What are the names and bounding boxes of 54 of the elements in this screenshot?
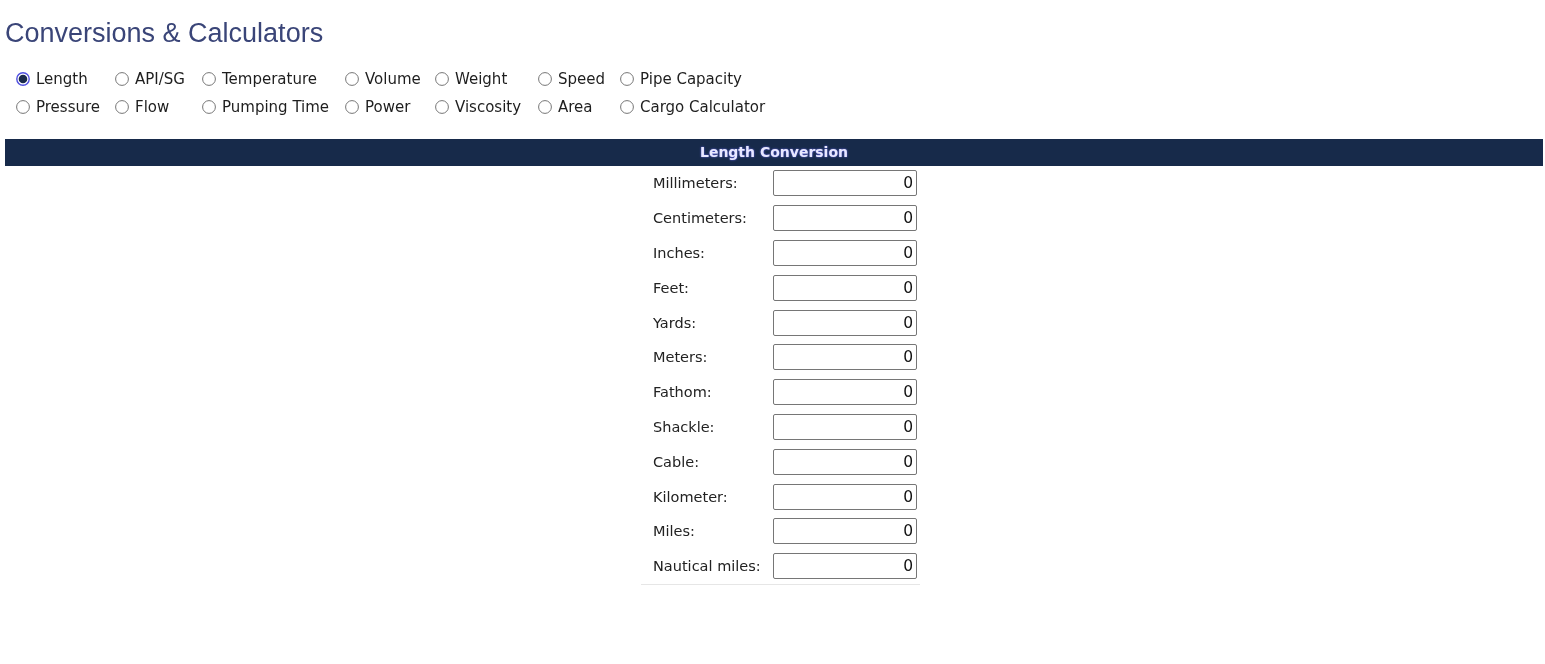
radio-button[interactable]: [538, 72, 552, 86]
field-label: Fathom:: [652, 384, 712, 401]
number-input-field[interactable]: 0: [773, 518, 917, 545]
radio-button[interactable]: [620, 72, 634, 86]
option-label[interactable]: Area: [558, 98, 593, 116]
option-label[interactable]: Pressure: [36, 98, 101, 116]
option-label[interactable]: Pumping Time: [222, 98, 330, 116]
radio-button[interactable]: [115, 100, 129, 114]
radio-button[interactable]: [345, 72, 359, 86]
option-label[interactable]: API/SG: [135, 70, 185, 88]
option-label[interactable]: Temperature: [222, 70, 318, 88]
radio-button[interactable]: [202, 72, 216, 86]
option-label[interactable]: Flow: [135, 98, 170, 116]
page-title: Conversions & Calculators: [5, 17, 324, 50]
number-input-field[interactable]: 0: [773, 274, 917, 301]
radio-button[interactable]: [115, 72, 129, 86]
field-label: Miles:: [652, 523, 695, 540]
section-header-bar: Length Conversion: [5, 139, 1543, 166]
number-input-field[interactable]: 0: [773, 553, 917, 580]
number-input-field[interactable]: 0: [773, 240, 917, 266]
number-input-field[interactable]: 0: [773, 309, 917, 336]
radio-button[interactable]: [538, 100, 552, 114]
radio-button[interactable]: [16, 72, 30, 86]
field-label: Kilometer:: [652, 488, 728, 505]
field-label: Inches:: [652, 245, 705, 261]
radio-button[interactable]: [16, 100, 30, 114]
number-input-field[interactable]: 0: [773, 413, 917, 440]
number-input-field[interactable]: 0: [773, 205, 917, 232]
option-label[interactable]: Volume: [365, 70, 421, 88]
field-label: Cable:: [652, 453, 700, 470]
number-input-field[interactable]: 0: [773, 379, 917, 406]
field-label: Feet:: [652, 279, 689, 296]
option-label[interactable]: Speed: [558, 70, 606, 88]
option-label[interactable]: Pipe Capacity: [640, 70, 742, 88]
option-label[interactable]: Length: [36, 70, 88, 88]
option-label[interactable]: Cargo Calculator: [640, 98, 766, 116]
number-input-field[interactable]: 0: [773, 170, 917, 197]
option-label[interactable]: Weight: [455, 70, 508, 88]
option-label[interactable]: Viscosity: [455, 98, 522, 116]
field-label: Nautical miles:: [652, 558, 761, 575]
radio-button[interactable]: [620, 100, 634, 114]
number-input-field[interactable]: 0: [773, 483, 917, 510]
radio-button[interactable]: [202, 100, 216, 114]
radio-button[interactable]: [345, 100, 359, 114]
field-label: Centimeters:: [652, 210, 747, 227]
field-label: Yards:: [652, 314, 697, 331]
radio-button[interactable]: [435, 72, 449, 86]
field-label: Shackle:: [652, 418, 715, 435]
option-label[interactable]: Power: [365, 98, 411, 116]
number-input-field[interactable]: 0: [773, 344, 917, 371]
number-input-field[interactable]: 0: [773, 448, 917, 475]
field-label: Millimeters:: [652, 175, 738, 192]
field-label: Meters:: [652, 349, 708, 366]
radio-button[interactable]: [435, 100, 449, 114]
